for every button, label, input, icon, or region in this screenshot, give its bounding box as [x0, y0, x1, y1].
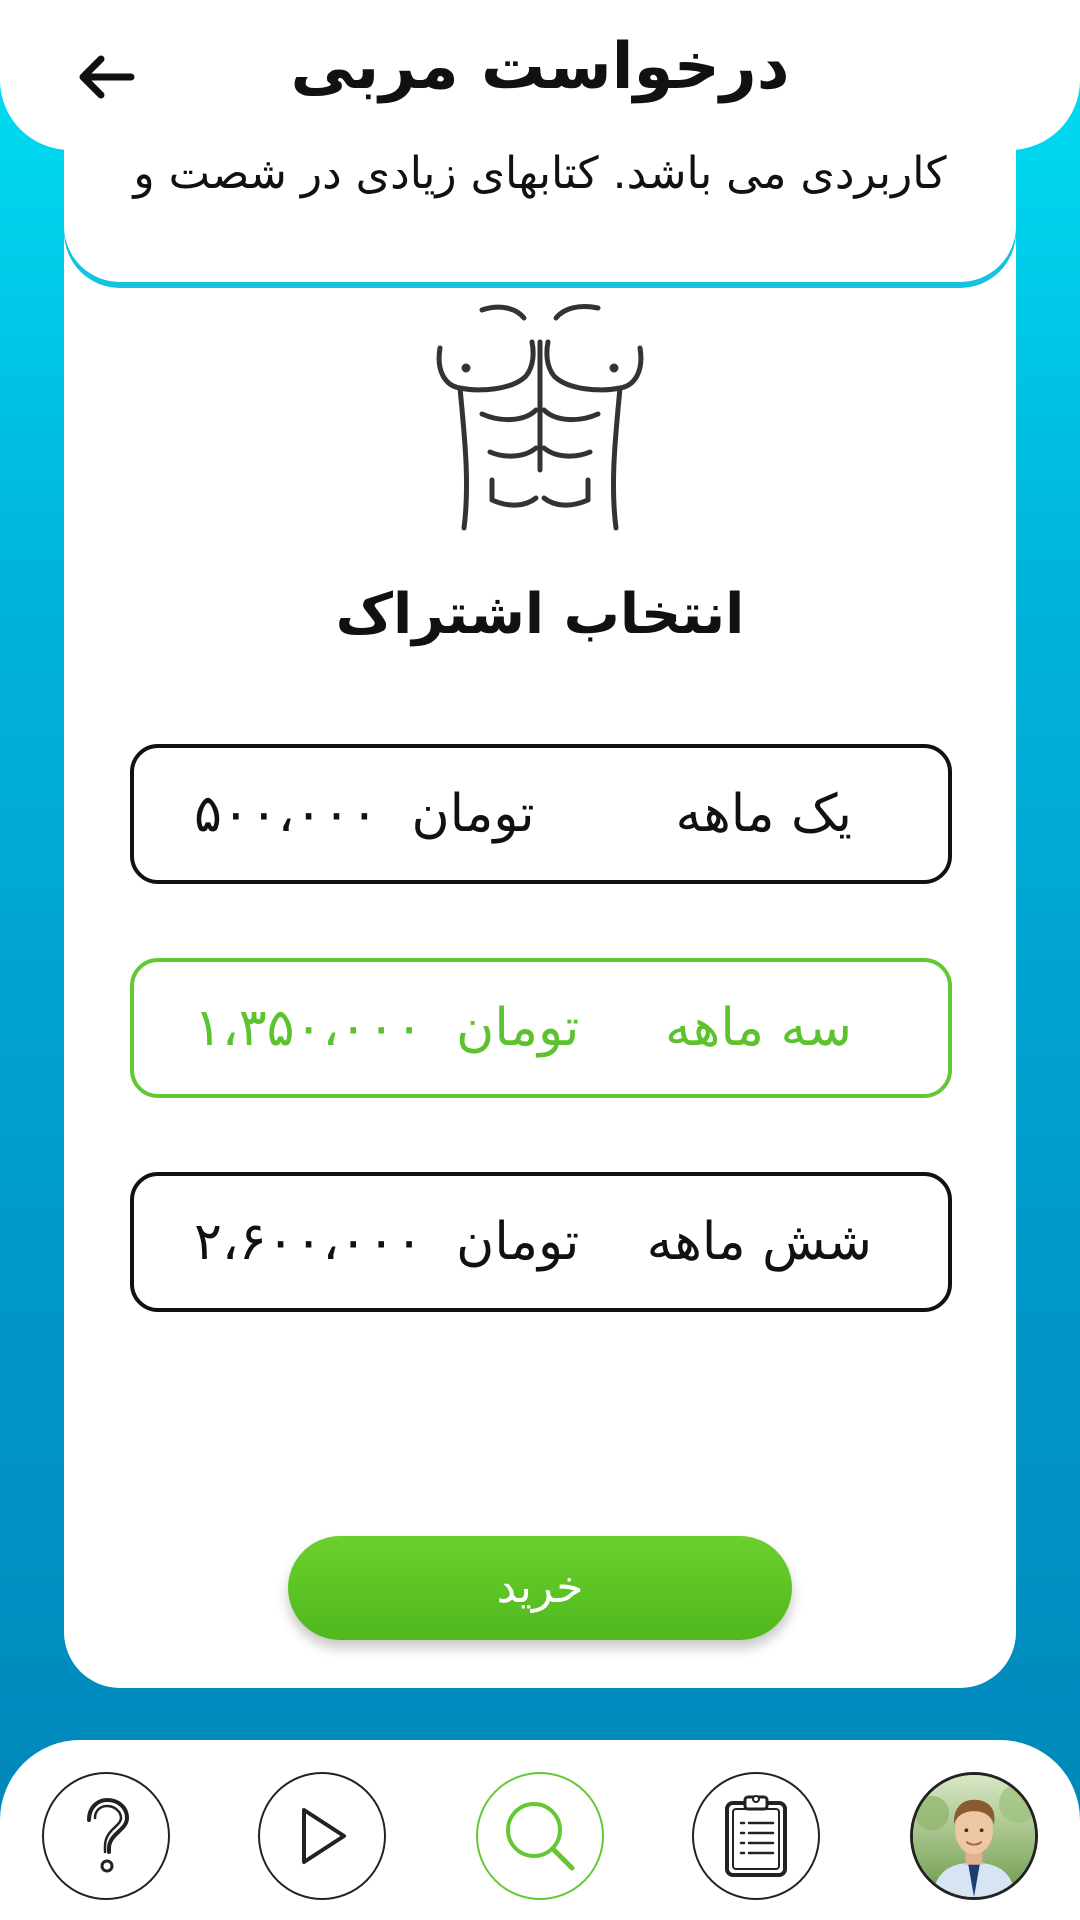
clipboard-icon [725, 1795, 787, 1877]
plan-price: تومان ۲،۶۰۰،۰۰۰ [194, 1212, 580, 1272]
page-title: درخواست مربی [290, 30, 790, 104]
plan-three-month[interactable]: سه ماهه تومان ۱،۳۵۰،۰۰۰ [130, 958, 952, 1098]
header: درخواست مربی [0, 0, 1080, 150]
plan-name: سه ماهه [665, 998, 852, 1058]
abs-icon [436, 303, 644, 531]
plan-price: تومان ۱،۳۵۰،۰۰۰ [194, 998, 580, 1058]
buy-button[interactable]: خرید [288, 1536, 792, 1640]
play-icon [302, 1808, 346, 1864]
profile-avatar [913, 1775, 1035, 1897]
question-icon [87, 1797, 130, 1873]
search-icon [506, 1802, 575, 1871]
plan-name: شش ماهه [646, 1212, 872, 1272]
plan-price: تومان ۵۰۰،۰۰۰ [194, 784, 535, 844]
nav-help-button[interactable] [42, 1772, 170, 1900]
plan-name: یک ماهه [675, 784, 852, 844]
nav-play-button[interactable] [258, 1772, 386, 1900]
bottom-nav [0, 1740, 1080, 1920]
nav-profile-avatar[interactable] [910, 1772, 1038, 1900]
section-title: انتخاب اشتراک [335, 582, 745, 647]
nav-clipboard-button[interactable] [692, 1772, 820, 1900]
description-text: کاربردی می باشد. کتابهای زیادی در شصت و [133, 148, 947, 199]
plan-six-month[interactable]: شش ماهه تومان ۲،۶۰۰،۰۰۰ [130, 1172, 952, 1312]
nav-search-button[interactable] [476, 1772, 604, 1900]
plan-one-month[interactable]: یک ماهه تومان ۵۰۰،۰۰۰ [130, 744, 952, 884]
